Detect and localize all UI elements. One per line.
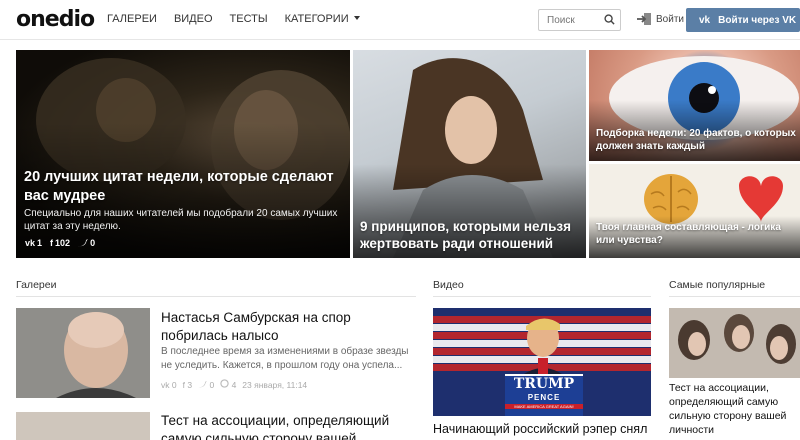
divider: [16, 296, 416, 297]
share-stats: vk 1 f 102 0: [25, 238, 95, 248]
fb-share[interactable]: f 102: [50, 238, 70, 248]
login-link[interactable]: Войти: [636, 12, 684, 26]
comment-icon: [220, 379, 229, 388]
twitter-icon: [78, 239, 89, 247]
vk-login-button[interactable]: vk Войти через VK: [686, 8, 800, 32]
fb-count: 102: [55, 238, 71, 248]
login-label: Войти: [656, 13, 684, 25]
hero-title: 20 лучших цитат недели, которые сделают …: [24, 169, 334, 204]
article-description: В последнее время за изменениями в образ…: [161, 346, 409, 371]
tw-count: 0: [90, 238, 96, 248]
top-header: onedio ГАЛЕРЕИ ВИДЕО ТЕСТЫ КАТЕГОРИИ Вой…: [0, 0, 800, 40]
hero-title: Подборка недели: 20 фактов, о которых до…: [596, 128, 796, 152]
section-title-popular[interactable]: Самые популярные: [669, 279, 765, 291]
vk-icon: vk: [699, 14, 711, 26]
vk-count: 1: [37, 238, 43, 248]
fb-count: 3: [187, 379, 193, 390]
site-logo[interactable]: onedio: [16, 7, 95, 32]
video-title[interactable]: Начинающий российский рэпер снял клип о …: [433, 421, 651, 440]
article-title[interactable]: Тест на ассоциации, определяющий самую с…: [161, 412, 416, 440]
faces-image: [669, 308, 800, 378]
sign-trump: TRUMP: [513, 376, 575, 392]
vk-icon: vk: [25, 238, 36, 248]
search-icon[interactable]: [604, 14, 615, 25]
hero-card-relationships[interactable]: 9 принципов, которыми нельзя жертвовать …: [353, 50, 586, 258]
article-thumbnail[interactable]: [16, 412, 150, 440]
tw-share[interactable]: 0: [198, 380, 214, 390]
sign-slogan: MAKE AMERICA GREAT AGAIN!: [505, 404, 583, 409]
sign-pence: PENCE: [527, 393, 561, 402]
hero-card-facts[interactable]: Подборка недели: 20 фактов, о которых до…: [589, 50, 800, 161]
comments-link[interactable]: 4: [220, 379, 236, 390]
article-title[interactable]: Настасья Самбурская на спор побрилась на…: [161, 309, 416, 345]
video-thumbnail[interactable]: TRUMP PENCE MAKE AMERICA GREAT AGAIN!: [433, 308, 651, 416]
hero-description: Специально для наших читателей мы подобр…: [24, 208, 338, 232]
article-date: 23 января, 11:14: [242, 379, 308, 390]
login-icon: [637, 13, 651, 25]
popular-title[interactable]: Тест на ассоциации, определяющий самую с…: [669, 381, 800, 437]
nav-tests[interactable]: ТЕСТЫ: [230, 13, 268, 25]
vk-share[interactable]: vk 1: [25, 238, 42, 248]
hero-title: Твоя главная составляющая - логика или ч…: [596, 222, 781, 246]
hero-title: 9 принципов, которыми нельзя жертвовать …: [360, 219, 572, 251]
fb-share[interactable]: f 3: [183, 380, 192, 390]
article-meta: vk 0 f 3 0 4 23 января, 11:14: [161, 379, 307, 390]
comments-count: 4: [231, 380, 237, 390]
tw-share[interactable]: 0: [78, 238, 95, 248]
vk-share[interactable]: vk 0: [161, 380, 177, 390]
article-thumbnail[interactable]: [16, 308, 150, 398]
chevron-down-icon: [353, 16, 360, 20]
tw-count: 0: [209, 379, 215, 390]
search-input[interactable]: [539, 10, 601, 30]
section-title-video[interactable]: Видео: [433, 279, 464, 291]
divider: [669, 296, 800, 297]
nav-video[interactable]: ВИДЕО: [174, 13, 213, 25]
divider: [433, 296, 651, 297]
nav-galleries[interactable]: ГАЛЕРЕИ: [107, 13, 157, 25]
hero-card-logic-feelings[interactable]: Твоя главная составляющая - логика или ч…: [589, 164, 800, 258]
popular-thumbnail[interactable]: [669, 308, 800, 378]
twitter-icon: [198, 380, 207, 387]
facebook-icon: f: [50, 238, 54, 248]
vk-login-label: Войти через VK: [718, 14, 797, 26]
hero-card-quotes[interactable]: 20 лучших цитат недели, которые сделают …: [16, 50, 350, 258]
nav-categories[interactable]: КАТЕГОРИИ: [285, 13, 360, 25]
nav-categories-label: КАТЕГОРИИ: [284, 13, 349, 25]
search-box: [538, 9, 621, 31]
vk-count: 0: [171, 379, 177, 390]
section-title-galleries[interactable]: Галереи: [16, 279, 56, 291]
bald-woman-image: [16, 308, 150, 398]
main-nav: ГАЛЕРЕИ ВИДЕО ТЕСТЫ КАТЕГОРИИ: [107, 13, 377, 25]
